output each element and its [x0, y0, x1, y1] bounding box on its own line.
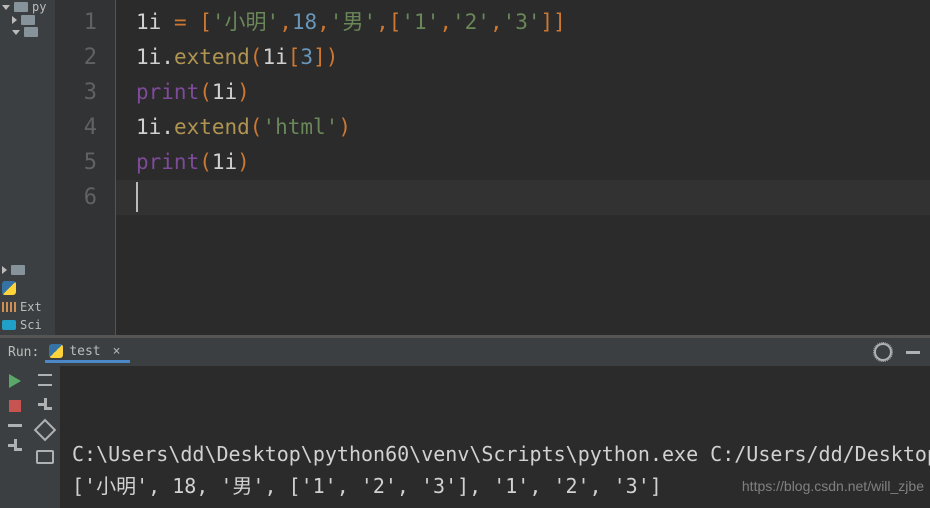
code-token: ]] [541, 10, 566, 34]
chevron-right-icon [12, 16, 17, 24]
run-tab[interactable]: test × [45, 341, 130, 363]
code-token: extend [174, 115, 250, 139]
code-token: '小明' [212, 10, 279, 34]
pin-icon[interactable] [34, 419, 57, 442]
code-token: '1' [401, 10, 439, 34]
pause-icon[interactable] [8, 424, 22, 427]
watermark: https://blog.csdn.net/will_zjbe [742, 470, 924, 502]
console-line: C:\Users\dd\Desktop\python60\venv\Script… [72, 438, 924, 470]
sidebar-item-scratch[interactable] [2, 265, 42, 275]
scroll-to-end-icon[interactable] [38, 374, 52, 386]
bars-icon [2, 302, 16, 312]
code-token: 3 [300, 45, 313, 69]
project-root-label: py [32, 1, 46, 13]
code-token: ( [250, 115, 263, 139]
run-label: Run: [8, 346, 39, 359]
code-token: 'html' [262, 115, 338, 139]
gear-icon[interactable] [874, 343, 892, 361]
line-number: 5 [55, 145, 115, 180]
line-number-gutter: 123456 [55, 0, 116, 335]
code-line[interactable]: 1i = ['小明',18,'男',['1','2','3']] [136, 5, 930, 40]
soft-wrap-icon[interactable] [38, 398, 52, 410]
run-tab-label: test [69, 345, 100, 358]
code-token: 1i [212, 150, 237, 174]
chevron-down-icon [2, 5, 10, 10]
code-token: print [136, 80, 199, 104]
code-token: 1i [136, 10, 174, 34]
code-line[interactable]: print(1i) [136, 145, 930, 180]
code-token: ( [250, 45, 263, 69]
code-token: , [490, 10, 503, 34]
sidebar-item-ext[interactable]: Ext [2, 301, 42, 313]
run-toolbar-left-1 [0, 366, 30, 508]
chevron-right-icon [2, 266, 7, 274]
stop-icon[interactable] [9, 400, 21, 412]
stack-icon [2, 320, 16, 330]
code-token: ( [199, 150, 212, 174]
sidebar-item-sci[interactable]: Sci [2, 319, 42, 331]
chevron-down-icon [12, 30, 20, 35]
code-token: print [136, 150, 199, 174]
line-number: 3 [55, 75, 115, 110]
code-token: [ [389, 10, 402, 34]
folder-icon [24, 27, 38, 37]
print-icon[interactable] [36, 450, 54, 464]
project-child-2[interactable] [0, 26, 55, 38]
python-icon [49, 344, 63, 358]
code-line[interactable]: 1i.extend(1i[3]) [136, 40, 930, 75]
code-token: '3' [503, 10, 541, 34]
code-token: , [439, 10, 452, 34]
caret-icon [136, 182, 138, 212]
code-token: 1i. [136, 45, 174, 69]
current-line-highlight [116, 180, 930, 215]
code-token: [ [288, 45, 301, 69]
python-icon [2, 281, 16, 295]
project-root[interactable]: py [0, 0, 55, 14]
line-number: 1 [55, 5, 115, 40]
close-icon[interactable]: × [113, 345, 121, 358]
folder-icon [14, 2, 28, 12]
code-token: ]) [313, 45, 338, 69]
code-editor[interactable]: 123456 1i = ['小明',18,'男',['1','2','3']]1… [55, 0, 930, 335]
code-token: [ [199, 10, 212, 34]
code-token: '2' [452, 10, 490, 34]
folder-icon [21, 15, 35, 25]
code-body[interactable]: 1i = ['小明',18,'男',['1','2','3']]1i.exten… [116, 0, 930, 335]
code-token: ) [338, 115, 351, 139]
code-token: '男' [330, 10, 376, 34]
code-token: ) [237, 150, 250, 174]
code-token: 18 [292, 10, 317, 34]
rerun-icon[interactable] [9, 374, 21, 388]
run-panel: C:\Users\dd\Desktop\python60\venv\Script… [0, 366, 930, 508]
code-token: ( [199, 80, 212, 104]
code-token: 1i [262, 45, 287, 69]
code-token: extend [174, 45, 250, 69]
folder-icon [11, 265, 25, 275]
code-token: , [279, 10, 292, 34]
code-token: 1i. [136, 115, 174, 139]
code-line[interactable]: print(1i) [136, 75, 930, 110]
sidebar-item-python[interactable] [2, 281, 42, 295]
sidebar-item-label: Sci [20, 319, 42, 331]
step-icon[interactable] [8, 439, 22, 451]
line-number: 4 [55, 110, 115, 145]
code-line[interactable]: 1i.extend('html') [136, 110, 930, 145]
console-output[interactable]: C:\Users\dd\Desktop\python60\venv\Script… [60, 366, 930, 508]
line-number: 2 [55, 40, 115, 75]
code-token: , [317, 10, 330, 34]
code-token: 1i [212, 80, 237, 104]
run-panel-header: Run: test × [0, 338, 930, 366]
code-token: = [174, 10, 199, 34]
minimize-icon[interactable] [906, 351, 920, 354]
console-line: ['小明', 18, '男', ['1', '2', '3'], '1', '2… [72, 502, 924, 508]
sidebar-item-label: Ext [20, 301, 42, 313]
project-sidebar[interactable]: py Ext Sci [0, 0, 56, 335]
code-token: , [376, 10, 389, 34]
code-token: ) [237, 80, 250, 104]
run-toolbar-left-2 [30, 366, 60, 508]
line-number: 6 [55, 180, 115, 215]
project-child-1[interactable] [0, 14, 55, 26]
